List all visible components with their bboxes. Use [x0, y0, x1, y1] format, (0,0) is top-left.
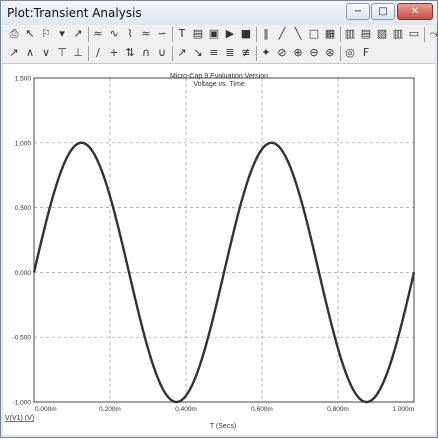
toolbar-separator — [424, 27, 425, 42]
chart[interactable]: Micro-Cap 9 Evaluation Version Voltage v… — [3, 64, 435, 435]
dropdown-icon[interactable]: ▾ — [55, 27, 69, 41]
x-axis-label: T (Secs) — [210, 423, 236, 430]
zoomout-icon[interactable]: ⊖ — [307, 46, 321, 60]
maximize-button[interactable]: □ — [371, 3, 395, 20]
y-tick-label: 1.000 — [15, 140, 32, 147]
toolbar-separator — [256, 27, 257, 42]
level-icon[interactable]: ≡ — [207, 46, 221, 60]
frame-icon[interactable]: □ — [307, 27, 321, 41]
toolbar-separator — [172, 27, 173, 42]
plus-icon[interactable]: + — [107, 46, 121, 60]
plot-window: Plot:Transient Analysis − □ ✕ ⎙ ↖ ⚐ ▾ ↗ ≈ ∿ ⌇ ≈ ∽… — [0, 0, 438, 438]
toolbar-primary: ⎙ ↖ ⚐ ▾ ↗ ≈ ∿ ⌇ ≈ ∽ T ▤ ▣ ▶ ■ ‖ ╱ ╲ □ ▦ ▥ ▤ ▧ ▥ ▭ ⤳ — [3, 25, 438, 45]
slope-icon[interactable]: ∕ — [91, 46, 105, 60]
text-icon[interactable]: T — [175, 27, 189, 41]
minmax-icon[interactable]: ⇅ — [123, 46, 137, 60]
chart-title: Micro-Cap 9 Evaluation Version — [170, 73, 268, 80]
x-tick-label: 0.000m — [35, 406, 57, 413]
zoomin-icon[interactable]: ⊕ — [291, 46, 305, 60]
low-icon[interactable]: ⊥ — [71, 46, 85, 60]
fall-icon[interactable]: ↘ — [191, 46, 205, 60]
stop-icon[interactable]: ■ — [239, 27, 253, 41]
y-tick-label: 0.500 — [15, 205, 32, 212]
palette-icon[interactable]: ▣ — [207, 27, 221, 41]
series-label: V(V1) (V) — [5, 415, 34, 422]
pause-icon[interactable]: ‖ — [259, 27, 273, 41]
x-tick-label: 0.600m — [251, 406, 273, 413]
peak-icon[interactable]: ∧ — [23, 46, 37, 60]
window-title: Plot:Transient Analysis — [7, 6, 142, 20]
zoomfit-icon[interactable]: ⊛ — [323, 46, 337, 60]
high-icon[interactable]: ⊤ — [55, 46, 69, 60]
layout1-icon[interactable]: ▥ — [343, 27, 357, 41]
tag-icon[interactable]: ⊘ — [275, 46, 289, 60]
toolbar-separator — [340, 27, 341, 42]
title-bar[interactable]: Plot:Transient Analysis − □ ✕ — [1, 1, 437, 25]
x-tick-label: 0.800m — [327, 406, 349, 413]
toolbar-separator — [256, 46, 257, 61]
line2-icon[interactable]: ╲ — [291, 27, 305, 41]
minimize-button[interactable]: − — [346, 3, 370, 20]
y-tick-label: -1.000 — [13, 400, 32, 407]
font-icon[interactable]: F — [359, 46, 373, 60]
point-icon[interactable]: ✦ — [259, 46, 273, 60]
plot-icon[interactable]: ↗ — [71, 27, 85, 41]
tagH-icon[interactable]: ≢ — [239, 46, 253, 60]
toolbar-separator — [88, 46, 89, 61]
plot2-icon[interactable]: ≈ — [91, 27, 105, 41]
layout2-icon[interactable]: ▤ — [359, 27, 373, 41]
color-icon[interactable]: ◎ — [343, 46, 357, 60]
valley-icon[interactable]: ∨ — [39, 46, 53, 60]
layout4-icon[interactable]: ▥ — [391, 27, 405, 41]
toolbar-separator — [88, 27, 89, 42]
dip-icon[interactable]: ∪ — [155, 46, 169, 60]
line-icon[interactable]: ╱ — [275, 27, 289, 41]
plot-frame — [33, 77, 415, 403]
x-tick-label: 1.000m — [392, 406, 414, 413]
rise-icon[interactable]: ↗ — [175, 46, 189, 60]
select-arrow-icon[interactable]: ↖ — [23, 27, 37, 41]
wave2-icon[interactable]: ⌇ — [123, 27, 137, 41]
toolbar-separator — [172, 46, 173, 61]
tagV-icon[interactable]: ≣ — [223, 46, 237, 60]
wave-icon[interactable]: ∿ — [107, 27, 121, 41]
y-tick-label: -0.500 — [13, 335, 32, 342]
y-tick-label: 1.500 — [15, 76, 32, 83]
x-tick-label: 0.400m — [175, 406, 197, 413]
close-button[interactable]: ✕ — [397, 3, 433, 20]
stats-icon[interactable]: ▤ — [191, 27, 205, 41]
y-tick-label: 0.000 — [15, 270, 32, 277]
grid-icon[interactable]: ▦ — [323, 27, 337, 41]
layout5-icon[interactable]: ▭ — [407, 27, 421, 41]
chart-subtitle: Voltage vs. Time — [193, 81, 244, 88]
wave4-icon[interactable]: ∽ — [155, 27, 169, 41]
hump-icon[interactable]: ∩ — [139, 46, 153, 60]
print-icon[interactable]: ⎙ — [7, 27, 21, 41]
toolbar-separator — [340, 46, 341, 61]
wave3-icon[interactable]: ≈ — [139, 27, 153, 41]
cursor-icon[interactable]: ↗ — [7, 46, 21, 60]
curve-icon[interactable]: ⤳ — [427, 27, 438, 41]
x-tick-label: 0.200m — [99, 406, 121, 413]
layout3-icon[interactable]: ▧ — [375, 27, 389, 41]
plot-area[interactable]: Micro-Cap 9 Evaluation Version Voltage v… — [3, 64, 435, 435]
zoom-options-icon[interactable]: ⚐ — [39, 27, 53, 41]
toolbar-secondary: ↗ ∧ ∨ ⊤ ⊥ ∕ + ⇅ ∩ ∪ ↗ ↘ ≡ ≣ ≢ ✦ ⊘ ⊕ ⊖ ⊛ ◎ F — [3, 44, 435, 64]
run-icon[interactable]: ▶ — [223, 27, 237, 41]
